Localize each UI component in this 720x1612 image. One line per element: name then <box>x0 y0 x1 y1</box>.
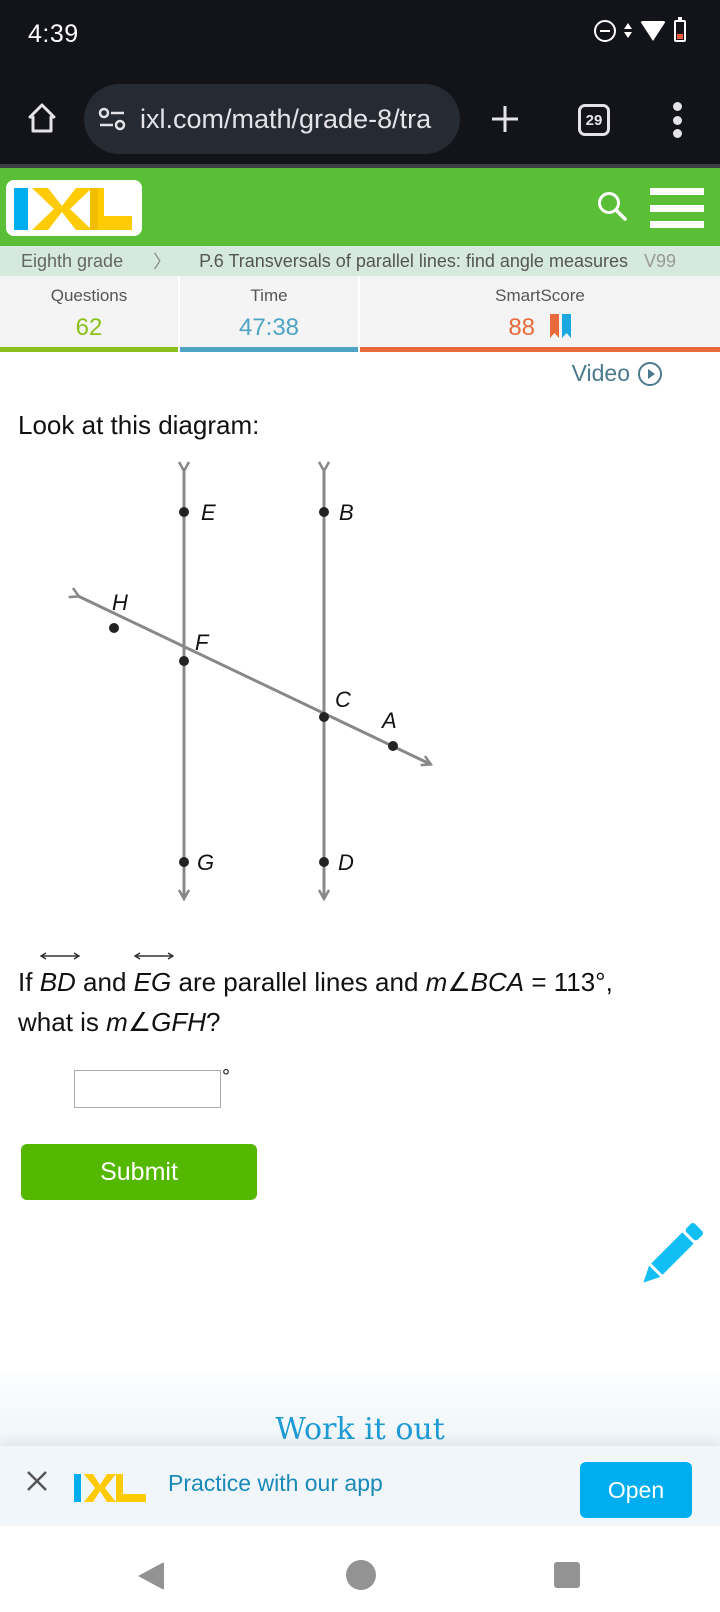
time-bar <box>180 347 358 352</box>
line-eg-notation: EG <box>133 952 174 1002</box>
label-e: E <box>201 500 216 525</box>
transversal-ha <box>78 596 430 764</box>
play-circle-icon <box>638 361 662 386</box>
battery-low-icon <box>674 17 686 42</box>
question-text: If BD and EG are parallel lines and m∠BC… <box>18 952 708 1042</box>
chevron-right-icon: 〉 <box>153 252 172 272</box>
search-icon[interactable] <box>596 190 628 222</box>
smartscore-row: 88 <box>360 314 720 342</box>
app-banner: Practice with our app Open <box>0 1446 720 1526</box>
q-line1: BD <box>39 967 76 997</box>
label-g: G <box>197 850 214 875</box>
work-it-out-title: Work it out <box>275 1412 445 1447</box>
q-ask-prefix: what is <box>18 1007 99 1037</box>
point-c <box>319 712 329 722</box>
label-f: F <box>195 630 210 655</box>
video-label: Video <box>571 360 630 386</box>
close-icon[interactable] <box>24 1468 50 1494</box>
smartscore-bar <box>360 347 720 352</box>
do-not-disturb-icon <box>594 20 616 42</box>
more-options-icon[interactable] <box>670 102 684 138</box>
ixl-logo-mark <box>14 188 132 230</box>
pencil-icon[interactable] <box>636 1220 706 1290</box>
double-arrow-icon <box>133 952 174 960</box>
browser-toolbar: ixl.com/math/grade-8/tra 29 <box>0 72 720 164</box>
status-bar: 4:39 <box>0 0 720 72</box>
q-mid: are parallel lines and <box>178 967 419 997</box>
point-e <box>179 507 189 517</box>
questions-bar <box>0 347 178 352</box>
point-h <box>109 623 119 633</box>
url-text[interactable]: ixl.com/math/grade-8/tra <box>140 104 450 135</box>
system-nav-bar <box>0 1526 720 1612</box>
geometry-diagram: E B H F C A G D <box>60 460 440 910</box>
double-arrow-icon <box>39 952 80 960</box>
label-c: C <box>335 687 351 712</box>
address-bar[interactable]: ixl.com/math/grade-8/tra <box>84 84 460 154</box>
home-circle-icon[interactable] <box>346 1560 376 1590</box>
open-app-button[interactable]: Open <box>580 1462 692 1518</box>
status-time: 4:39 <box>28 20 79 48</box>
skill-code: V99 <box>643 250 677 271</box>
tab-count: 29 <box>585 111 603 129</box>
status-icons <box>594 17 686 42</box>
q-given-angle: m∠BCA <box>425 967 525 997</box>
ribbon-icon <box>549 314 571 338</box>
data-transfer-icon <box>624 21 632 41</box>
site-settings-icon[interactable] <box>98 107 126 131</box>
line-bd-notation: BD <box>39 952 80 1002</box>
time-label: Time <box>250 286 288 305</box>
point-g <box>179 857 189 867</box>
breadcrumb-grade[interactable]: Eighth grade <box>21 251 123 272</box>
label-b: B <box>339 500 354 525</box>
recents-icon[interactable] <box>554 1562 580 1588</box>
breadcrumb-skill: P.6 Transversals of parallel lines: find… <box>199 250 628 271</box>
questions-label: Questions <box>50 286 128 305</box>
q-ask-suffix: ? <box>206 1007 221 1037</box>
ixl-header <box>0 168 720 246</box>
questions-stat: Questions 62 <box>0 276 180 352</box>
time-stat[interactable]: Time 47:38 <box>180 276 360 352</box>
breadcrumb: Eighth grade 〉 P.6 Transversals of paral… <box>0 246 720 276</box>
answer-input[interactable] <box>74 1070 221 1108</box>
questions-value: 62 <box>75 314 103 341</box>
point-a <box>388 741 398 751</box>
label-h: H <box>112 590 128 615</box>
label-a: A <box>380 708 397 733</box>
home-icon[interactable] <box>26 102 58 134</box>
prompt-text: Look at this diagram: <box>18 410 260 440</box>
ixl-logo[interactable] <box>6 180 142 236</box>
q-line2: EG <box>133 967 172 997</box>
ixl-logo-small <box>74 1474 146 1502</box>
smartscore-label: SmartScore <box>495 286 585 305</box>
q-equals: = 113°, <box>531 967 613 997</box>
time-value: 47:38 <box>238 314 300 341</box>
banner-text: Practice with our app <box>168 1470 383 1496</box>
back-icon[interactable] <box>138 1562 164 1590</box>
point-d <box>319 857 329 867</box>
stats-panel: Questions 62 Time 47:38 SmartScore 88 <box>0 276 720 352</box>
degree-unit: ° <box>222 1066 230 1088</box>
hamburger-menu-icon[interactable] <box>650 188 704 228</box>
new-tab-plus-icon[interactable] <box>490 104 520 134</box>
wifi-icon <box>640 21 666 41</box>
point-f <box>179 656 189 666</box>
smartscore-stat: SmartScore 88 <box>360 276 720 352</box>
smartscore-value: 88 <box>508 314 536 341</box>
q-if: If <box>18 967 33 997</box>
label-d: D <box>338 850 354 875</box>
q-ask-angle: m∠GFH <box>106 1007 207 1037</box>
q-and: and <box>83 967 127 997</box>
point-b <box>319 507 329 517</box>
video-link[interactable]: Video <box>572 360 662 387</box>
tabs-icon[interactable]: 29 <box>578 104 610 136</box>
submit-button[interactable]: Submit <box>21 1144 257 1200</box>
